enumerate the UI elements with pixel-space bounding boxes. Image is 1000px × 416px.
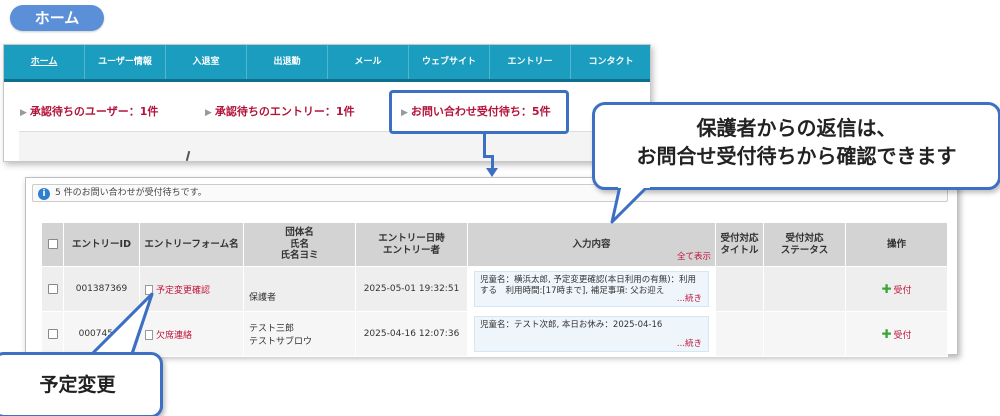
content-preview: 児童名：テスト次郎, 本日お休み：2025-04-16 ...続き xyxy=(474,316,709,352)
accept-button[interactable]: ✚ 受付 xyxy=(881,327,911,341)
action-cell: ✚ 受付 xyxy=(845,266,948,312)
navbar-underline xyxy=(4,79,650,82)
highlight-inquiries xyxy=(389,90,569,134)
read-more-link[interactable]: ...続き xyxy=(677,294,702,305)
select-all-checkbox[interactable] xyxy=(47,239,58,250)
entry-datetime-cell: 2025-05-01 19:32:51 xyxy=(355,266,468,312)
arrow-down-icon xyxy=(486,168,498,177)
response-status-cell xyxy=(763,266,846,312)
nav-attendance-room[interactable]: 入退室 xyxy=(166,45,247,79)
nav-entry[interactable]: エントリー xyxy=(490,45,571,79)
table-row: 001387369 予定変更確認 保護者 2025-05-01 19:32:51… xyxy=(41,266,948,312)
col-entry-id[interactable]: エントリーID xyxy=(63,222,140,267)
arrow-right-icon: ▶ xyxy=(205,108,212,118)
info-icon: i xyxy=(38,188,50,200)
col-response-title[interactable]: 受付対応 タイトル xyxy=(715,222,764,267)
content-cell: 児童名：テスト次郎, 本日お休み：2025-04-16 ...続き xyxy=(467,311,716,357)
pending-users-link[interactable]: ▶ 承認待ちのユーザー：1件 xyxy=(20,103,158,119)
pending-entries-link[interactable]: ▶ 承認待ちのエントリー：1件 xyxy=(205,103,355,119)
callout-reply-info: 保護者からの返信は、 お問合せ受付待ちから確認できます xyxy=(592,102,1000,190)
nav-website[interactable]: ウェブサイト xyxy=(409,45,490,79)
show-all-link[interactable]: 全て表示 xyxy=(677,252,711,263)
content-area xyxy=(19,132,649,161)
nav-contact[interactable]: コンタクト xyxy=(571,45,650,79)
content-preview: 児童名：横浜太郎, 予定変更確認(本日利用の有無)：利用する 利用時間:[17時… xyxy=(474,271,709,307)
action-cell: ✚ 受付 xyxy=(845,311,948,357)
plus-icon: ✚ xyxy=(881,327,892,341)
response-title-cell xyxy=(715,266,764,312)
entry-datetime-cell: 2025-04-16 12:07:36 xyxy=(355,311,468,357)
col-action: 操作 xyxy=(845,222,948,267)
accept-button[interactable]: ✚ 受付 xyxy=(881,282,911,296)
page-title-pill: ホーム xyxy=(10,5,104,31)
table-header-row: エントリーID エントリーフォーム名 団体名 氏名 氏名ヨミ エントリー日時 エ… xyxy=(41,222,948,267)
group-name-cell: テスト三郎 テストサブロウ xyxy=(243,311,356,357)
inquiry-table: エントリーID エントリーフォーム名 団体名 氏名 氏名ヨミ エントリー日時 エ… xyxy=(41,222,948,357)
plus-icon: ✚ xyxy=(881,282,892,296)
row-checkbox[interactable] xyxy=(47,283,58,294)
col-group-name[interactable]: 団体名 氏名 氏名ヨミ xyxy=(243,222,356,267)
row-checkbox[interactable] xyxy=(47,328,58,339)
col-content: 入力内容 全て表示 xyxy=(467,222,716,267)
nav-user-info[interactable]: ユーザー情報 xyxy=(85,45,166,79)
connector-line xyxy=(491,155,494,169)
callout-schedule-change: 予定変更 xyxy=(0,352,163,416)
group-name-cell: 保護者 xyxy=(243,266,356,312)
col-response-status[interactable]: 受付対応 ステータス xyxy=(763,222,846,267)
arrow-right-icon: ▶ xyxy=(20,108,27,118)
table-row: 00074516 欠席連絡 テスト三郎 テストサブロウ 2025-04-16 1… xyxy=(41,311,948,357)
nav-work-attendance[interactable]: 出退勤 xyxy=(247,45,328,79)
response-title-cell xyxy=(715,311,764,357)
select-all-header xyxy=(41,222,64,267)
callout-tail-cover xyxy=(92,292,154,355)
read-more-link[interactable]: ...続き xyxy=(677,339,702,350)
col-entry-datetime[interactable]: エントリー日時 エントリー者 xyxy=(355,222,468,267)
main-navbar: ホーム ユーザー情報 入退室 出退勤 メール ウェブサイト エントリー コンタク… xyxy=(4,45,650,79)
callout-tail xyxy=(610,184,650,224)
content-cell: 児童名：横浜太郎, 予定変更確認(本日利用の有無)：利用する 利用時間:[17時… xyxy=(467,266,716,312)
nav-home[interactable]: ホーム xyxy=(4,45,85,79)
col-entry-form[interactable]: エントリーフォーム名 xyxy=(139,222,244,267)
nav-mail[interactable]: メール xyxy=(328,45,409,79)
response-status-cell xyxy=(763,311,846,357)
